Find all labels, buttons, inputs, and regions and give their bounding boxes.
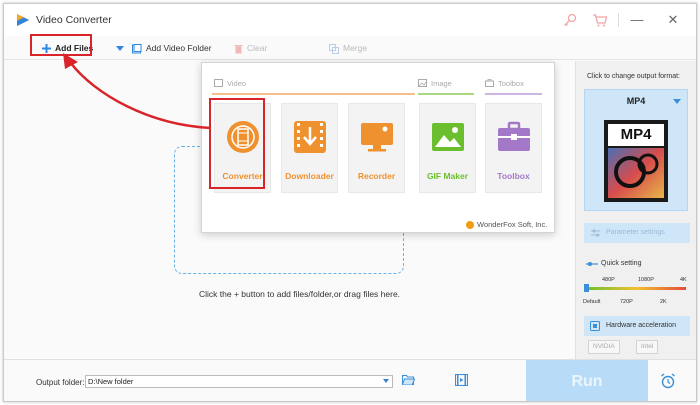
chip-icon	[590, 321, 600, 331]
video-category-icon	[214, 79, 223, 87]
category-toolbox-label: Toolbox	[498, 79, 524, 88]
image-icon	[432, 123, 464, 151]
key-icon[interactable]	[562, 12, 578, 28]
format-dropdown-icon	[673, 99, 681, 104]
quality-1080p: 1080P	[638, 277, 654, 283]
hardware-acceleration-label: Hardware acceleration	[606, 322, 677, 329]
brand-text: WonderFox Soft, Inc.	[466, 220, 548, 230]
quality-480p: 480P	[602, 277, 615, 283]
quality-2k: 2K	[660, 299, 667, 305]
output-folder-value: D:\New folder	[88, 377, 134, 386]
output-panel: Click to change output format: MP4 MP4 P…	[575, 61, 696, 359]
drop-hint-text: Click the + button to add files/folder,o…	[199, 289, 401, 299]
quality-4k: 4K	[680, 277, 687, 283]
tile-recorder[interactable]: Recorder	[348, 103, 405, 193]
output-folder-dropdown-icon[interactable]	[383, 379, 389, 383]
mp4-thumb-text: MP4	[620, 126, 652, 143]
close-button[interactable]: ✕	[664, 11, 682, 29]
merge-icon	[329, 43, 339, 54]
quality-slider-thumb[interactable]	[584, 284, 589, 292]
quick-setting-icon	[586, 262, 598, 266]
app-title: Video Converter	[36, 14, 112, 26]
clear-label: Clear	[247, 43, 268, 53]
minimize-button[interactable]: —	[628, 11, 646, 29]
merge-button[interactable]: Merge	[329, 41, 367, 55]
image-category-line	[418, 93, 474, 95]
quality-720p: 720P	[620, 299, 633, 305]
app-window: Video Converter — ✕ Add Files Add Video …	[3, 3, 697, 402]
toolbox-category-icon	[485, 79, 494, 87]
monitor-record-icon	[361, 123, 393, 152]
add-video-folder-button[interactable]: Add Video Folder	[132, 41, 212, 55]
wonderfox-logo-icon	[466, 221, 474, 230]
run-button[interactable]: Run	[526, 360, 648, 401]
nvidia-label: NVIDIA	[593, 343, 615, 350]
toolbox-category-line	[485, 93, 542, 95]
app-logo-icon	[17, 14, 29, 26]
quick-setting-label: Quick setting	[601, 260, 642, 267]
title-bar: Video Converter — ✕	[4, 4, 696, 36]
tile-gif-maker[interactable]: GIF Maker	[419, 103, 476, 193]
tile-toolbox-label: Toolbox	[497, 171, 530, 181]
toolbox-icon	[498, 121, 530, 151]
quality-default: Default	[583, 299, 601, 305]
parameter-settings-button[interactable]: Parameter settings	[584, 223, 690, 243]
title-divider	[618, 13, 619, 27]
clear-button[interactable]: Clear	[234, 41, 267, 55]
bottom-bar: Output folder: D:\New folder Run	[4, 359, 696, 401]
intel-label: Intel	[641, 343, 654, 350]
tile-downloader[interactable]: Downloader	[281, 103, 338, 193]
category-image-label: Image	[431, 79, 452, 88]
cart-icon[interactable]	[592, 12, 608, 28]
nvidia-chip[interactable]: NVIDIA	[588, 340, 620, 354]
add-folder-dropdown[interactable]	[116, 41, 128, 55]
tile-toolbox[interactable]: Toolbox	[485, 103, 542, 193]
hardware-acceleration-toggle[interactable]: Hardware acceleration	[584, 316, 690, 336]
download-icon	[294, 121, 326, 153]
output-format-name: MP4	[626, 96, 646, 106]
tile-gif-maker-label: GIF Maker	[426, 171, 469, 181]
sliders-icon	[591, 229, 600, 237]
category-video-label: Video	[227, 79, 247, 88]
add-video-folder-label: Add Video Folder	[146, 43, 212, 53]
intel-chip[interactable]: Intel	[636, 340, 659, 354]
alarm-clock-icon[interactable]	[660, 373, 676, 389]
parameter-settings-label: Parameter settings	[606, 229, 665, 236]
toolbar: Add Files Add Video Folder Clear Merge	[4, 36, 696, 60]
output-folder-field[interactable]: D:\New folder	[85, 375, 393, 388]
tile-recorder-label: Recorder	[357, 171, 396, 181]
add-files-highlight	[30, 34, 92, 56]
chevron-down-icon	[116, 45, 124, 51]
video-category-line	[212, 93, 415, 95]
brand-label: WonderFox Soft, Inc.	[477, 220, 548, 229]
output-video-icon[interactable]	[455, 374, 468, 386]
output-format-selector[interactable]: MP4 MP4	[584, 89, 688, 211]
converter-highlight	[209, 98, 265, 189]
folder-icon	[132, 43, 142, 54]
open-folder-icon[interactable]	[402, 374, 415, 385]
trash-icon	[234, 44, 243, 54]
tile-downloader-label: Downloader	[285, 171, 334, 181]
output-format-hint: Click to change output format:	[587, 73, 680, 80]
merge-label: Merge	[343, 43, 368, 53]
quality-slider[interactable]	[586, 287, 686, 290]
output-folder-label: Output folder:	[36, 378, 85, 387]
image-category-icon	[418, 79, 427, 87]
